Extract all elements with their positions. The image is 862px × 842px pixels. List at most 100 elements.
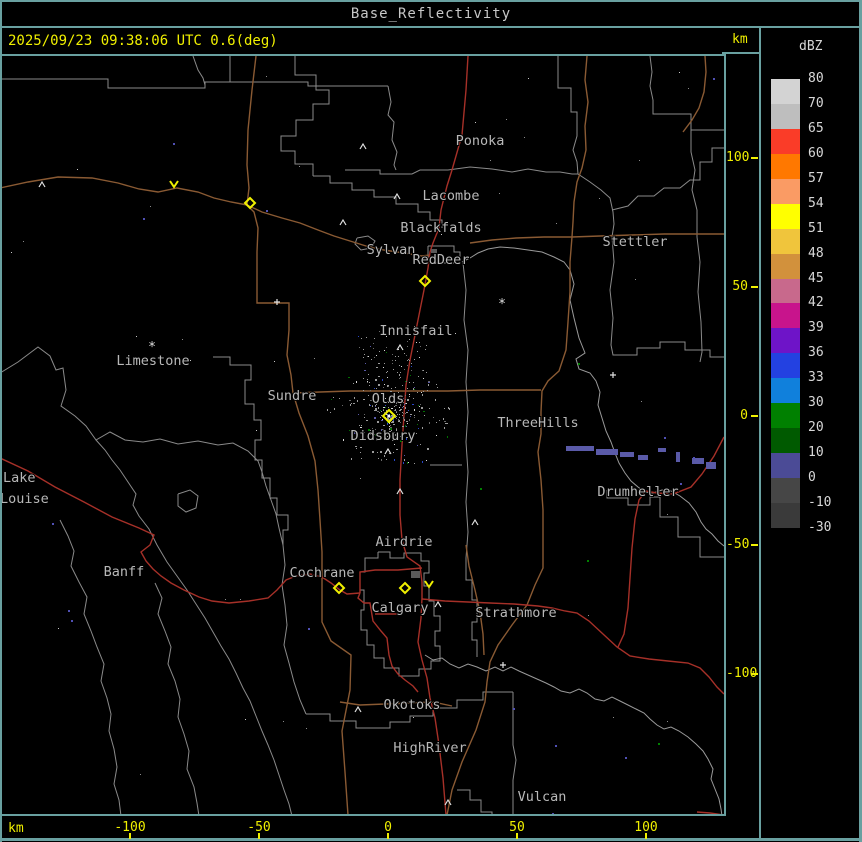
bottom-axis-tick [387, 833, 389, 839]
caret-marker-icon [394, 194, 400, 199]
radar-map-frame: **PonokaLacombeBlackfaldsSylvanRedDeerSt… [0, 54, 726, 816]
scan-timestamp: 2025/09/23 09:38:06 UTC 0.6(deg) [8, 33, 278, 49]
caret-marker-icon [355, 707, 361, 712]
right-axis-label: -100 [726, 666, 748, 681]
plus-marker-icon [500, 662, 506, 668]
colorbar-tick-label: -30 [808, 520, 831, 535]
asterisk-marker-icon: * [498, 297, 506, 312]
colorbar-tick-label: 20 [808, 420, 824, 435]
city-label: Olds [372, 391, 405, 407]
city-label: Vulcan [518, 789, 567, 805]
markers-layer: ** [39, 144, 616, 805]
colorbar-swatch [771, 303, 800, 328]
colorbar-tick-label: -10 [808, 495, 831, 510]
colorbar-tick-label: 54 [808, 196, 824, 211]
right-axis-tick [751, 157, 758, 159]
colorbar-tick-label: 48 [808, 246, 824, 261]
colorbar-tick-label: 42 [808, 295, 824, 310]
colorbar-swatch [771, 378, 800, 403]
city-label: HighRiver [393, 740, 466, 756]
colorbar-swatch [771, 204, 800, 229]
right-axis-tick [751, 673, 758, 675]
bottom-axis-tick [258, 833, 260, 839]
colorbar-tick-label: 10 [808, 445, 824, 460]
city-label: Airdrie [376, 534, 433, 550]
city-label: Sylvan [367, 242, 416, 258]
colorbar-tick-label: 57 [808, 171, 824, 186]
colorbar-swatch [771, 328, 800, 353]
colorbar-swatch [771, 403, 800, 428]
radar-site-diamond-icon [400, 583, 410, 593]
colorbar-swatch [771, 478, 800, 503]
colorbar-swatch [771, 353, 800, 378]
colorbar-tick-label: 0 [808, 470, 816, 485]
colorbar-swatch [771, 179, 800, 204]
city-label: Didsbury [350, 428, 415, 444]
city-label: Banff [104, 564, 145, 580]
colorbar-swatch [771, 229, 800, 254]
colorbar-swatch [771, 428, 800, 453]
colorbar-swatch [771, 279, 800, 304]
city-labels-layer: PonokaLacombeBlackfaldsSylvanRedDeerStet… [2, 133, 679, 805]
radar-map: **PonokaLacombeBlackfaldsSylvanRedDeerSt… [2, 56, 724, 814]
right-axis-tick [751, 544, 758, 546]
caret-marker-icon [360, 144, 366, 149]
frame-header-bottom-right [722, 52, 760, 54]
city-label: Innisfail [379, 323, 452, 339]
colorbar-swatch [771, 154, 800, 179]
city-label: RedDeer [413, 252, 470, 268]
right-axis-label: 0 [726, 408, 748, 423]
city-label: Stettler [602, 234, 667, 250]
colorbar-tick-label: 60 [808, 146, 824, 161]
colorbar-tick-label: 36 [808, 345, 824, 360]
colorbar-panel: dBZ 80 70 65 60 57 54 51 48 45 42 39 36 33 30 20 10 0 -10… [761, 28, 860, 838]
colorbar-swatch [771, 254, 800, 279]
colorbar-swatch [771, 453, 800, 478]
colorbar-swatch [771, 503, 800, 528]
caret-marker-icon [472, 520, 478, 525]
city-label: Drumheller [597, 484, 678, 500]
colorbar-swatch [771, 129, 800, 154]
city-label: Cochrane [289, 565, 354, 581]
caret-marker-icon [435, 602, 441, 607]
colorbar-tick-label: 33 [808, 370, 824, 385]
right-axis-tick [751, 286, 758, 288]
right-axis-label: -50 [726, 537, 748, 552]
city-label: Ponoka [456, 133, 505, 149]
chevron-marker-icon [170, 181, 178, 187]
colorbar-tick-label: 65 [808, 121, 824, 136]
window-title-bar: Base_Reflectivity [0, 0, 862, 28]
right-axis-label: 100 [726, 150, 748, 165]
colorbar-swatch [771, 79, 800, 104]
caret-marker-icon [385, 449, 391, 454]
bottom-axis-tick [516, 833, 518, 839]
right-axis-tick [751, 415, 758, 417]
colorbar-swatch [771, 104, 800, 129]
bottom-axis-tick [129, 833, 131, 839]
right-axis-unit: km [732, 32, 748, 47]
city-label: Sundre [268, 388, 317, 404]
colorbar-tick-label: 39 [808, 320, 824, 335]
radar-app-window: Base_Reflectivity 2025/09/23 09:38:06 UT… [0, 0, 862, 842]
city-label: Louise [2, 491, 49, 507]
colorbar-tick-label: 70 [808, 96, 824, 111]
colorbar-tick-label: 51 [808, 221, 824, 236]
window-title: Base_Reflectivity [0, 6, 862, 22]
city-label: Okotoks [384, 697, 441, 713]
city-label: Lake [3, 470, 36, 486]
right-axis-label: 50 [726, 279, 748, 294]
bottom-axis-unit: km [8, 821, 24, 836]
colorbar-title: dBZ [799, 39, 822, 54]
colorbar-tick-label: 45 [808, 271, 824, 286]
colorbar-tick-label: 30 [808, 395, 824, 410]
city-label: Calgary [372, 600, 429, 616]
plus-marker-icon [610, 372, 616, 378]
city-label: ThreeHills [497, 415, 578, 431]
city-label: Lacombe [423, 188, 480, 204]
caret-marker-icon [39, 182, 45, 187]
caret-marker-icon [397, 345, 403, 350]
city-label: Limestone [116, 353, 189, 369]
bottom-axis-tick [645, 833, 647, 839]
rivers-layer [425, 247, 724, 814]
colorbar-tick-label: 80 [808, 71, 824, 86]
